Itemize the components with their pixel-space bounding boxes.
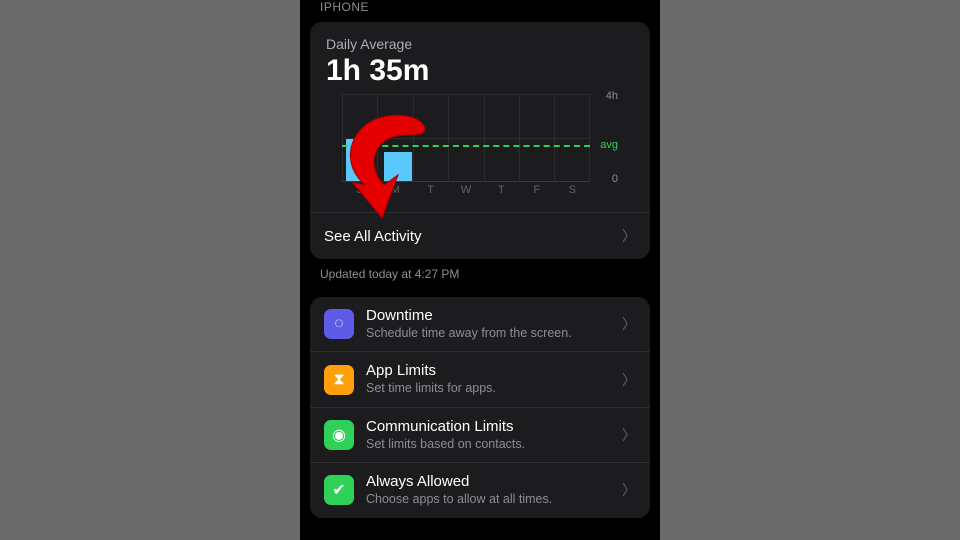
- chart-grid: [342, 94, 590, 182]
- daily-average-value: 1h 35m: [326, 54, 634, 88]
- avg-line: [342, 145, 590, 147]
- letterbox-left: [0, 0, 300, 540]
- avg-label: avg: [600, 139, 618, 151]
- see-all-activity-label: See All Activity: [324, 228, 422, 245]
- chevron-right-icon: 〉: [622, 226, 636, 246]
- hourglass-icon: ⧗: [324, 365, 354, 395]
- communication-limits-row[interactable]: ◉ Communication Limits Set limits based …: [310, 407, 650, 462]
- row-subtitle: Schedule time away from the screen.: [366, 326, 622, 342]
- xaxis-tick: T: [413, 184, 448, 202]
- section-header: IPHONE: [300, 0, 660, 22]
- xaxis-tick: W: [448, 184, 483, 202]
- screen-time-settings: IPHONE Daily Average 1h 35m: [300, 0, 660, 540]
- chart-bar: [384, 152, 412, 181]
- row-subtitle: Set limits based on contacts.: [366, 437, 622, 453]
- person-icon: ◉: [324, 420, 354, 450]
- row-subtitle: Set time limits for apps.: [366, 381, 622, 397]
- row-label: Downtime: [366, 307, 622, 326]
- usage-chart: 4h avg 0 S M T W T F S: [342, 94, 618, 202]
- y-min-label: 0: [612, 173, 618, 185]
- chevron-right-icon: 〉: [622, 480, 636, 500]
- always-allowed-row[interactable]: ✔ Always Allowed Choose apps to allow at…: [310, 462, 650, 517]
- row-label: Always Allowed: [366, 473, 622, 492]
- chevron-right-icon: 〉: [622, 370, 636, 390]
- xaxis-tick: S: [555, 184, 590, 202]
- xaxis-tick: S: [342, 184, 377, 202]
- downtime-row[interactable]: ◌ Downtime Schedule time away from the s…: [310, 297, 650, 351]
- row-subtitle: Choose apps to allow at all times.: [366, 492, 622, 508]
- options-list: ◌ Downtime Schedule time away from the s…: [310, 297, 650, 518]
- chevron-right-icon: 〉: [622, 425, 636, 445]
- downtime-icon: ◌: [324, 309, 354, 339]
- row-label: Communication Limits: [366, 418, 622, 437]
- daily-average-card: Daily Average 1h 35m: [310, 22, 650, 259]
- app-limits-row[interactable]: ⧗ App Limits Set time limits for apps. 〉: [310, 351, 650, 406]
- last-updated-label: Updated today at 4:27 PM: [300, 259, 660, 297]
- letterbox-right: [660, 0, 960, 540]
- check-shield-icon: ✔: [324, 475, 354, 505]
- see-all-activity-row[interactable]: See All Activity 〉: [310, 212, 650, 259]
- xaxis-tick: T: [484, 184, 519, 202]
- y-max-label: 4h: [606, 90, 618, 102]
- row-label: App Limits: [366, 362, 622, 381]
- xaxis-tick: M: [377, 184, 412, 202]
- xaxis-tick: F: [519, 184, 554, 202]
- chevron-right-icon: 〉: [622, 314, 636, 334]
- daily-average-label: Daily Average: [326, 36, 634, 52]
- chart-xaxis: S M T W T F S: [342, 184, 590, 202]
